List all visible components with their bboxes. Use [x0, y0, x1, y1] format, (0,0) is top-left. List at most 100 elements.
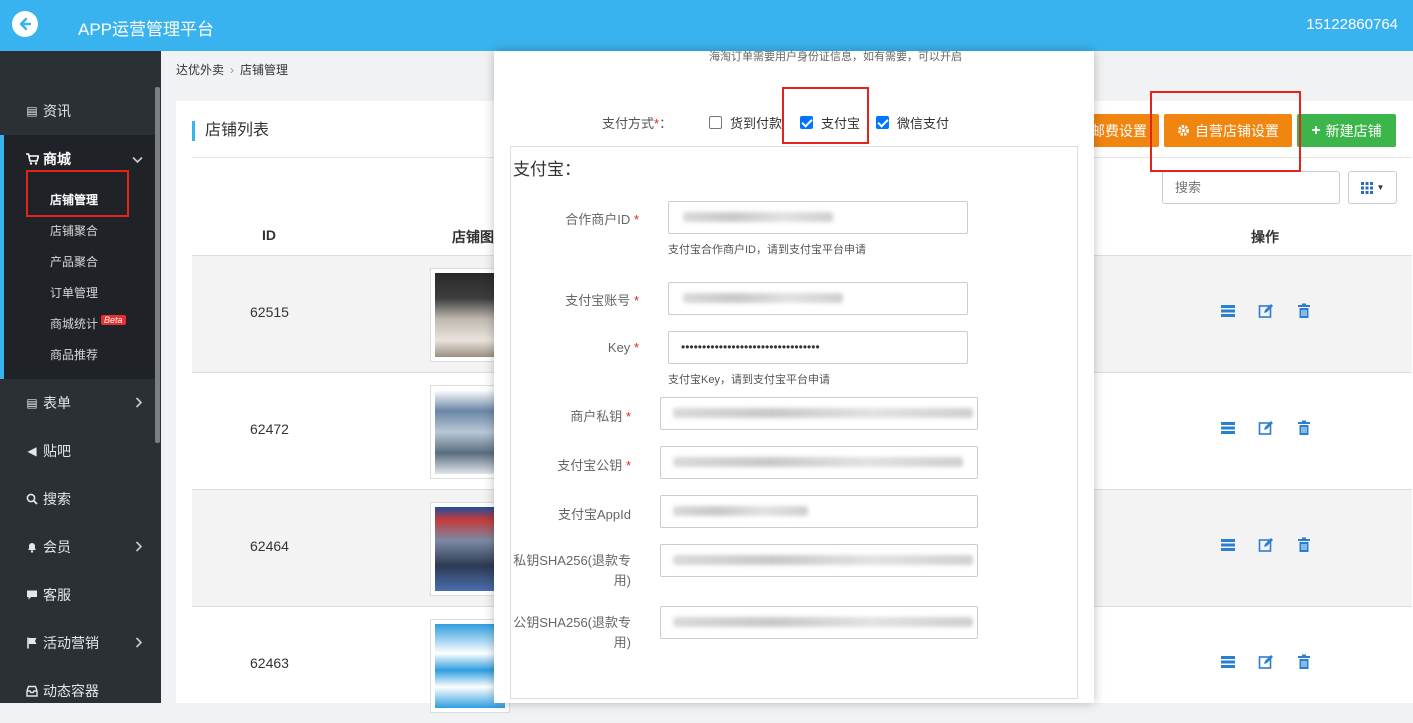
grid-icon — [1360, 181, 1373, 194]
chevron-down-icon — [132, 151, 143, 167]
appid-label: 支付宝AppId — [558, 507, 631, 522]
sidebar-item-form[interactable]: ▤ 表单 — [0, 379, 155, 427]
edit-icon[interactable] — [1258, 654, 1274, 670]
redacted-value — [673, 617, 973, 627]
trash-icon[interactable] — [1296, 654, 1312, 670]
checkbox-checked[interactable] — [876, 116, 889, 129]
highlight-store-management — [26, 170, 129, 217]
pay-option-cod[interactable]: 货到付款 — [709, 113, 782, 132]
edit-icon[interactable] — [1258, 303, 1274, 319]
bell-icon — [25, 540, 39, 554]
label-text: 商户私钥 — [570, 409, 623, 424]
list-detail-icon[interactable] — [1220, 303, 1236, 319]
breadcrumb-root[interactable]: 达优外卖 — [176, 63, 224, 77]
new-store-button[interactable]: + 新建店铺 — [1297, 114, 1396, 147]
app-title: APP运营管理平台 — [78, 20, 215, 39]
required-mark: * — [633, 340, 639, 355]
label-text: 支付宝账号 — [565, 293, 631, 308]
column-header-ops: 操作 — [1251, 229, 1279, 245]
key-hint: 支付宝Key，请到支付宝平台申请 — [668, 374, 830, 386]
sidebar-item-service[interactable]: 客服 — [0, 571, 155, 619]
account-label: 支付宝账号 * — [551, 290, 639, 309]
edit-icon[interactable] — [1258, 420, 1274, 436]
search-icon — [25, 492, 39, 506]
cart-icon — [25, 152, 39, 166]
public-key-label: 支付宝公钥 * — [531, 455, 631, 474]
back-button[interactable] — [12, 11, 38, 37]
form-icon: ▤ — [26, 396, 38, 410]
private-key-label: 商户私钥 * — [541, 406, 631, 425]
trash-icon[interactable] — [1296, 303, 1312, 319]
sidebar-scrollbar[interactable] — [155, 87, 160, 443]
sidebar-sub-order-management[interactable]: 订单管理 — [50, 284, 98, 301]
sub-item-label: 商城统计 — [50, 317, 99, 331]
redacted-value — [673, 408, 973, 418]
user-account[interactable]: 15122860764 — [1306, 16, 1398, 33]
breadcrumb-separator: › — [230, 63, 235, 77]
list-detail-icon[interactable] — [1220, 537, 1236, 553]
store-id: 62515 — [250, 304, 289, 320]
label-text: 支付方式 — [602, 116, 655, 131]
redacted-value — [683, 293, 843, 303]
row-actions — [1220, 303, 1312, 319]
sidebar-sub-mall-stats[interactable]: 商城统计 Beta — [50, 315, 126, 332]
key-label: Key * — [551, 340, 639, 355]
chevron-right-icon — [135, 539, 143, 555]
redacted-value — [673, 555, 973, 565]
required-mark: * — [625, 458, 631, 473]
store-settings-modal: 海淘订单需要用户身份证信息，如有需要，可以开启 支付方式*： 货到付款 支付宝 … — [494, 51, 1094, 703]
sidebar-item-dynamic-container[interactable]: 动态容器 — [0, 667, 155, 715]
row-actions — [1220, 537, 1312, 553]
redacted-value — [673, 506, 808, 516]
sidebar-sub-product-recommend[interactable]: 商品推荐 — [50, 346, 98, 363]
sidebar-item-search[interactable]: 搜索 — [0, 475, 155, 523]
trash-icon[interactable] — [1296, 537, 1312, 553]
chevron-right-icon — [135, 395, 143, 411]
sidebar-sub-product-aggregate[interactable]: 产品聚合 — [50, 253, 98, 270]
sidebar-item-forum[interactable]: ◀ 贴吧 — [0, 427, 155, 475]
highlight-alipay-option — [782, 87, 869, 144]
flag-icon — [25, 636, 39, 650]
redacted-value — [683, 212, 833, 222]
chat-icon — [25, 588, 39, 602]
search-input[interactable] — [1162, 171, 1340, 204]
label-text: Key — [607, 340, 631, 355]
sidebar-item-label: 活动营销 — [43, 635, 99, 651]
sidebar-item-label: 表单 — [43, 395, 71, 411]
redacted-value — [673, 457, 963, 467]
column-toggle-button[interactable]: ▼ — [1348, 171, 1397, 204]
key-input[interactable]: ••••••••••••••••••••••••••••••••• — [668, 331, 968, 364]
button-label: 新建店铺 — [1325, 122, 1382, 139]
plus-icon: + — [1311, 121, 1321, 139]
sidebar-item-marketing[interactable]: 活动营销 — [0, 619, 155, 667]
sidebar-item-label: 资讯 — [43, 103, 71, 119]
column-header-image[interactable]: 店铺图 — [452, 227, 494, 247]
sidebar-item-label: 搜索 — [43, 491, 71, 507]
required-mark: * — [625, 409, 631, 424]
option-label: 微信支付 — [897, 116, 950, 131]
inbox-icon — [25, 684, 39, 698]
panel-title: 店铺列表 — [192, 121, 269, 141]
checkbox-unchecked[interactable] — [709, 116, 722, 129]
partner-id-hint: 支付宝合作商户ID，请到支付宝平台申请 — [668, 244, 866, 256]
list-detail-icon[interactable] — [1220, 654, 1236, 670]
required-mark: * — [633, 212, 639, 227]
partner-id-label: 合作商户ID * — [551, 209, 639, 228]
id-info-note: 海淘订单需要用户身份证信息，如有需要，可以开启 — [709, 51, 962, 63]
sidebar-sub-store-aggregate[interactable]: 店铺聚合 — [50, 222, 98, 239]
list-detail-icon[interactable] — [1220, 420, 1236, 436]
beta-badge: Beta — [101, 315, 126, 325]
row-actions — [1220, 654, 1312, 670]
alipay-section-title: 支付宝： — [513, 160, 581, 179]
column-header-id[interactable]: ID — [262, 227, 276, 243]
payment-method-label: 支付方式*： — [602, 116, 673, 131]
sidebar-item-label: 客服 — [43, 587, 71, 603]
sidebar-item-news[interactable]: ▤ 资讯 — [0, 87, 155, 135]
sidebar-item-label: 商城 — [43, 151, 71, 167]
pay-option-wechat[interactable]: 微信支付 — [876, 113, 949, 132]
sidebar-item-members[interactable]: 会员 — [0, 523, 155, 571]
label-text: 合作商户ID — [565, 212, 631, 227]
trash-icon[interactable] — [1296, 420, 1312, 436]
edit-icon[interactable] — [1258, 537, 1274, 553]
button-label: 邮费设置 — [1091, 122, 1147, 139]
